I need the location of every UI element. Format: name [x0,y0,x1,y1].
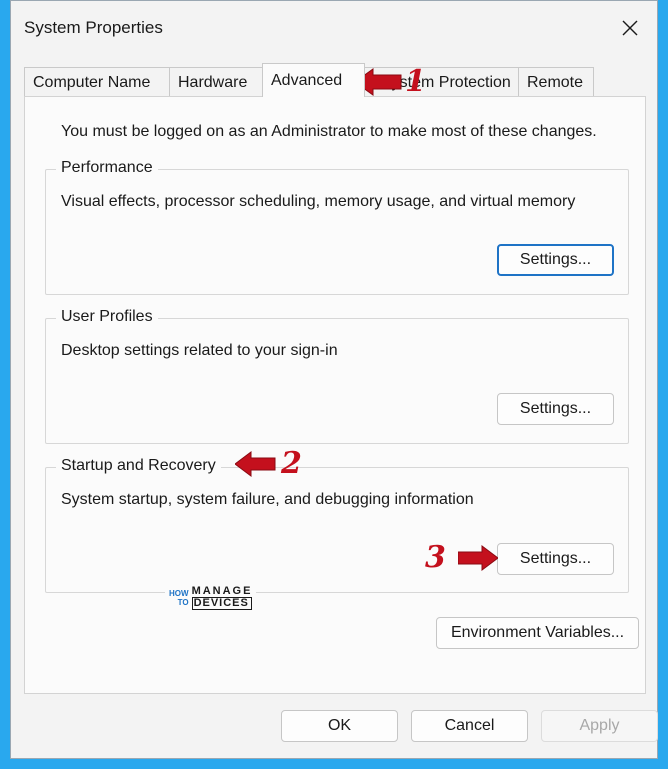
logo-text-manage: MANAGE [191,585,253,597]
startup-recovery-description: System startup, system failure, and debu… [61,491,474,508]
performance-description: Visual effects, processor scheduling, me… [61,193,576,210]
tab-advanced[interactable]: Advanced [262,63,365,97]
window-title: System Properties [24,18,163,37]
right-arrow-icon [457,545,498,571]
ok-button[interactable]: OK [281,710,398,742]
startup-recovery-settings-button[interactable]: Settings... [497,543,614,575]
left-arrow-icon [235,451,276,477]
step-1-number: 1 [405,64,426,99]
annotation-step-3: 3 [425,543,498,573]
startup-recovery-legend: Startup and Recovery [56,457,221,475]
tab-computer-name[interactable]: Computer Name [24,67,170,97]
howto-manage-devices-logo: HOW TO MANAGE DEVICES [165,584,257,612]
admin-note: You must be logged on as an Administrato… [61,123,597,140]
logo-text-devices: DEVICES [191,597,253,610]
step-2-number: 2 [281,446,302,481]
user-profiles-group: User Profiles Desktop settings related t… [45,308,629,444]
performance-settings-button[interactable]: Settings... [497,244,614,276]
performance-legend: Performance [56,159,158,177]
performance-group: Performance Visual effects, processor sc… [45,159,629,295]
title-bar: System Properties [11,1,657,57]
user-profiles-description: Desktop settings related to your sign-in [61,342,338,359]
logo-text-how: HOW [169,589,189,598]
annotation-step-2: 2 [235,449,302,479]
tab-hardware[interactable]: Hardware [169,67,263,97]
user-profiles-legend: User Profiles [56,308,158,326]
advanced-tab-panel: You must be logged on as an Administrato… [24,96,646,694]
close-button[interactable] [603,1,657,55]
environment-variables-button[interactable]: Environment Variables... [436,617,639,649]
apply-button[interactable]: Apply [541,710,658,742]
close-icon [622,20,638,36]
user-profiles-settings-button[interactable]: Settings... [497,393,614,425]
tab-remote[interactable]: Remote [518,67,594,97]
tab-strip: Computer Name Hardware Advanced System P… [24,63,594,97]
startup-recovery-group: Startup and Recovery System startup, sys… [45,457,629,593]
system-properties-window: System Properties Computer Name Hardware… [10,0,658,759]
step-3-number: 3 [425,540,446,575]
logo-text-to: TO [177,598,189,607]
annotation-step-1: 1 [355,67,426,97]
cancel-button[interactable]: Cancel [411,710,528,742]
